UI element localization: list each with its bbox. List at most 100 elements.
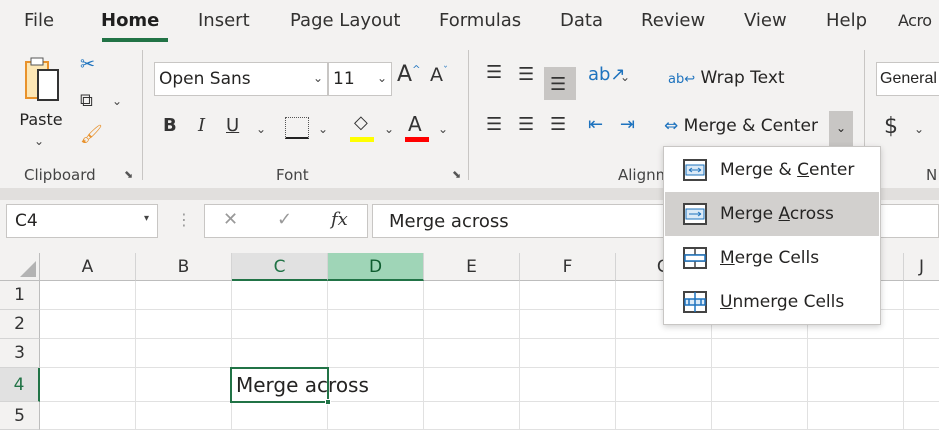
chevron-down-icon: ⌄ [312, 71, 323, 85]
chevron-down-icon[interactable]: ⌄ [914, 122, 924, 136]
gridline [423, 281, 424, 430]
borders-icon[interactable] [285, 117, 309, 139]
tab-formulas[interactable]: Formulas [439, 10, 521, 31]
decrease-font-size-icon[interactable]: Aˇ [430, 66, 448, 85]
gridline [40, 367, 939, 368]
font-name-select[interactable]: Open Sans ⌄ [154, 62, 328, 96]
tab-data[interactable]: Data [560, 10, 603, 31]
menu-item-label: Merge Cells [720, 248, 820, 268]
cancel-icon[interactable]: ✕ [223, 211, 238, 229]
wrap-text-label: Wrap Text [700, 68, 785, 88]
underline-button[interactable]: U [226, 117, 239, 135]
tab-home[interactable]: Home [101, 10, 159, 31]
currency-button[interactable]: $ [884, 116, 898, 138]
paste-button[interactable]: Paste ⌄ [18, 56, 70, 148]
column-header-f[interactable]: F [520, 253, 616, 281]
row-header-4[interactable]: 4 [0, 368, 40, 402]
dialog-launcher-icon[interactable]: ⬊ [452, 168, 461, 181]
column-header-c[interactable]: C [232, 253, 328, 281]
gridline [135, 281, 136, 430]
name-box[interactable]: C4 ▾ [6, 204, 158, 238]
tab-help[interactable]: Help [826, 10, 867, 31]
chevron-down-icon: ⌄ [376, 71, 387, 85]
chevron-down-icon[interactable]: ⌄ [438, 122, 448, 136]
tab-view[interactable]: View [744, 10, 787, 31]
tab-acrobat[interactable]: Acro [898, 11, 932, 30]
column-header-d[interactable]: D [328, 253, 424, 281]
number-format-select[interactable]: General [876, 62, 939, 96]
tab-page-layout[interactable]: Page Layout [290, 10, 401, 31]
italic-button[interactable]: I [198, 117, 205, 135]
row-header-2[interactable]: 2 [0, 310, 40, 339]
wrap-text-icon: ab↩ [668, 72, 696, 87]
unmerge-cells-icon [683, 291, 707, 313]
format-painter-icon[interactable]: 🖌 [80, 126, 103, 144]
chevron-down-icon[interactable]: ⌄ [620, 70, 630, 84]
increase-font-size-icon[interactable]: A^ [397, 64, 420, 86]
menu-item-merge-across[interactable]: Merge Across [665, 192, 879, 236]
align-left-icon[interactable]: ☰ [486, 116, 502, 134]
row-header-1[interactable]: 1 [0, 281, 40, 310]
formula-value: Merge across [389, 211, 509, 232]
column-header-a[interactable]: A [40, 253, 136, 281]
ribbon-tabs: File Home Insert Page Layout Formulas Da… [0, 0, 939, 44]
menu-item-label: Merge Across [720, 204, 834, 224]
gridline [903, 281, 904, 430]
top-align-icon[interactable]: ☰ [486, 64, 502, 82]
fill-color-icon[interactable]: ◇ [354, 114, 368, 132]
gridline [231, 281, 232, 430]
chevron-down-icon[interactable]: ⌄ [384, 122, 394, 136]
align-right-icon[interactable]: ☰ [550, 116, 566, 134]
chevron-down-icon[interactable]: ⌄ [112, 94, 122, 108]
select-all-button[interactable] [0, 253, 40, 281]
fill-handle[interactable] [325, 399, 331, 405]
column-header-j[interactable]: J [904, 253, 939, 281]
merge-center-icon: ⇔ [664, 116, 679, 136]
merge-dropdown-menu: Merge & Center Merge Across Merge Cells Unm… [663, 146, 881, 325]
font-size-select[interactable]: 11 ⌄ [328, 62, 392, 96]
decrease-indent-icon[interactable]: ⇤ [588, 116, 603, 134]
font-name-value: Open Sans [159, 69, 251, 89]
align-center-icon[interactable]: ☰ [518, 116, 534, 134]
chevron-down-icon[interactable]: ⌄ [318, 122, 328, 136]
cell-c4: Merge across [236, 373, 369, 397]
gridline [615, 281, 616, 430]
cut-icon[interactable]: ✂ [80, 56, 95, 74]
wrap-text-button[interactable]: ab↩ Wrap Text [668, 68, 785, 88]
number-format-value: General [880, 70, 937, 87]
paste-label: Paste [19, 110, 63, 129]
middle-align-icon[interactable]: ☰ [518, 66, 534, 84]
menu-item-merge-center[interactable]: Merge & Center [665, 148, 879, 192]
tab-insert[interactable]: Insert [198, 10, 250, 31]
paste-icon [25, 57, 59, 101]
enter-icon[interactable]: ✓ [277, 211, 292, 229]
column-header-b[interactable]: B [136, 253, 232, 281]
merge-across-icon [683, 203, 707, 225]
copy-icon[interactable]: ⧉ [80, 92, 93, 110]
fill-color-swatch [350, 137, 374, 142]
insert-function-button[interactable]: fx [331, 211, 348, 229]
merge-dropdown-button[interactable]: ⌄ [829, 111, 853, 146]
bottom-align-icon: ☰ [550, 74, 567, 95]
name-box-value: C4 [15, 211, 38, 231]
font-group-label: Font [276, 166, 309, 184]
tab-file[interactable]: File [24, 10, 54, 31]
dialog-launcher-icon[interactable]: ⬊ [124, 168, 133, 181]
column-header-e[interactable]: E [424, 253, 520, 281]
menu-item-unmerge-cells[interactable]: Unmerge Cells [665, 280, 879, 324]
formula-buttons: ✕ ✓ fx [204, 204, 368, 238]
merge-center-button[interactable]: ⇔ Merge & Center [664, 116, 818, 136]
bold-button[interactable]: B [163, 117, 177, 135]
bottom-align-button[interactable]: ☰ [544, 67, 576, 100]
font-color-button[interactable]: A [408, 114, 422, 134]
gridline [327, 281, 328, 430]
row-header-5[interactable]: 5 [0, 402, 40, 430]
row-header-3[interactable]: 3 [0, 339, 40, 368]
menu-item-merge-cells[interactable]: Merge Cells [665, 236, 879, 280]
clipboard-group-label: Clipboard [24, 166, 96, 184]
chevron-down-icon[interactable]: ⌄ [256, 122, 266, 136]
increase-indent-icon[interactable]: ⇥ [620, 116, 635, 134]
tab-review[interactable]: Review [641, 10, 705, 31]
chevron-down-icon: ▾ [143, 213, 149, 224]
select-all-triangle-icon [20, 261, 36, 277]
